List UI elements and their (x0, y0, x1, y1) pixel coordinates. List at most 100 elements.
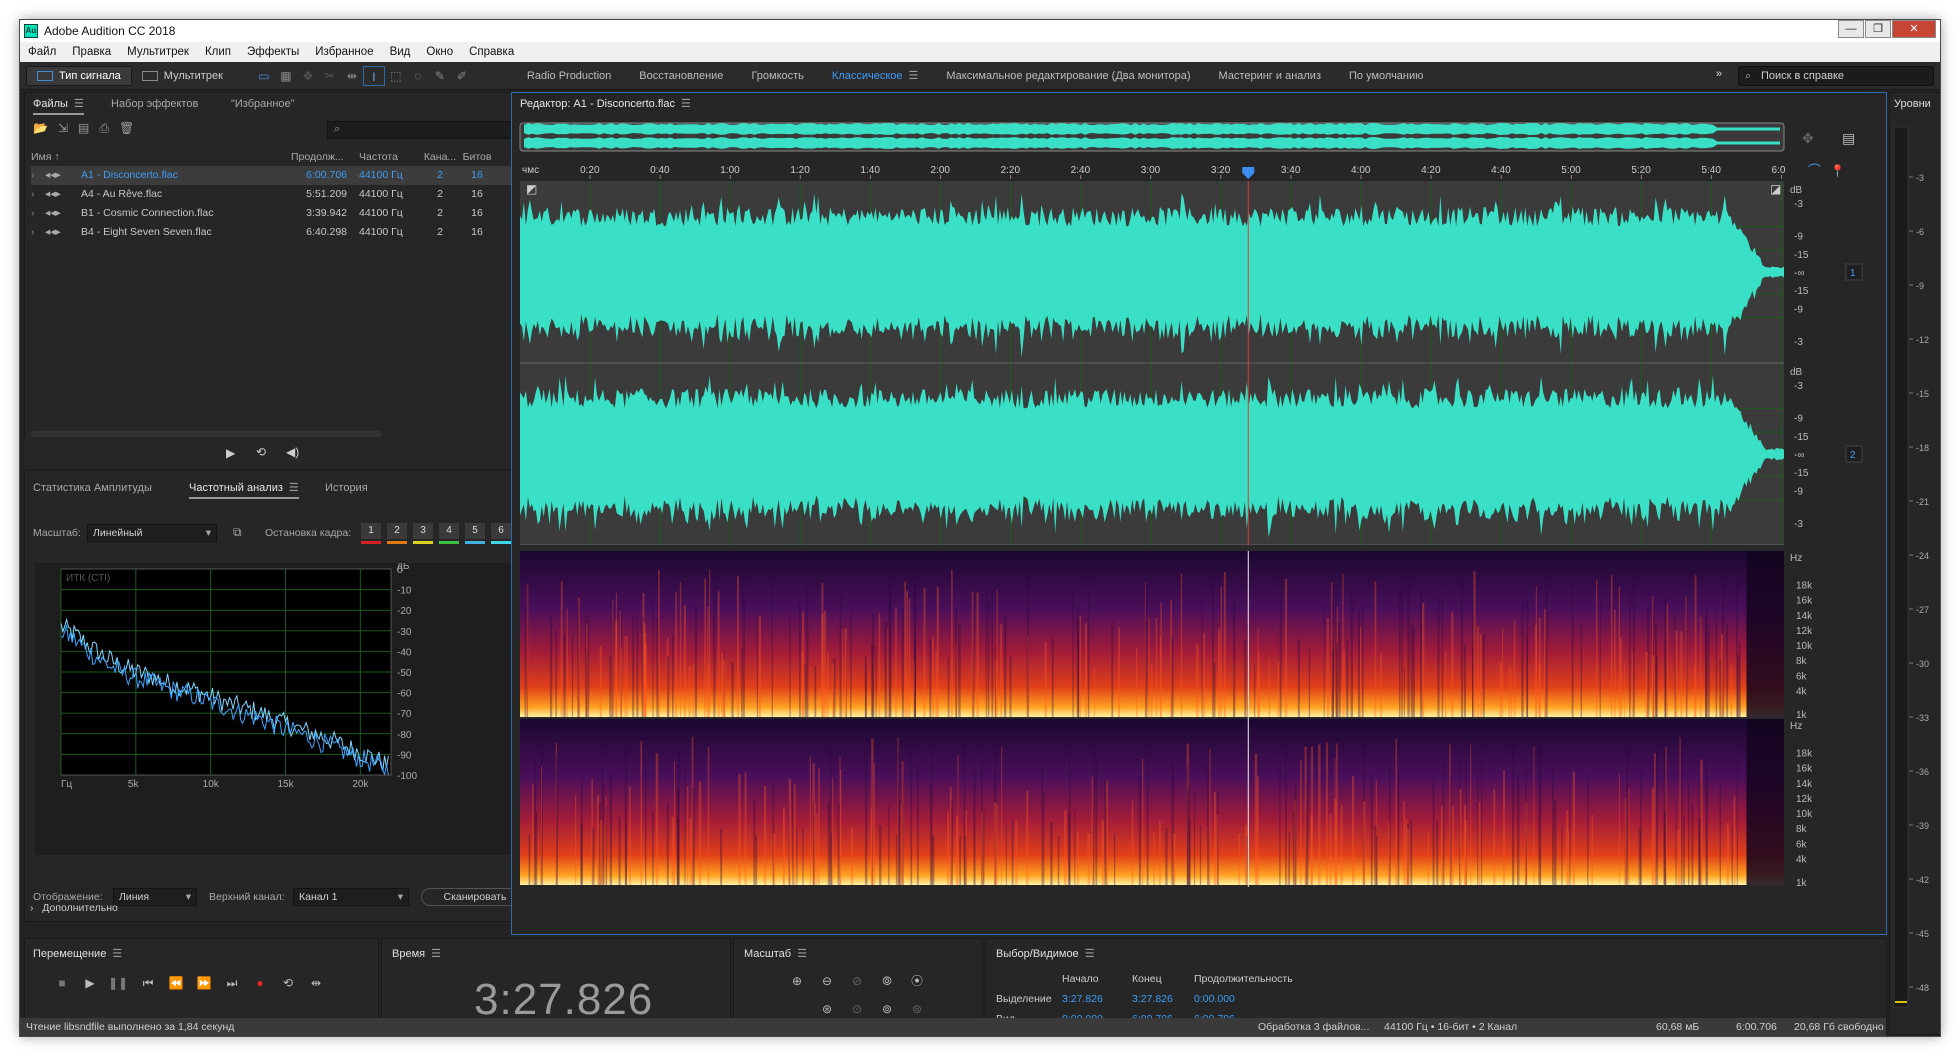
editor-menu-icon[interactable]: ☰ (681, 98, 691, 110)
workspace-max-editing[interactable]: Максимальное редактирование (Два монитор… (932, 70, 1204, 82)
snapshot-icon[interactable]: ⧉ (233, 525, 242, 540)
slip-tool-icon[interactable]: ⇹ (341, 66, 363, 86)
freeze-button-3[interactable]: 3 (413, 523, 433, 539)
rewind-icon[interactable]: ⏪ (165, 973, 187, 993)
menu-multitrack[interactable]: Мультитрек (119, 46, 197, 58)
zoom-out-full-icon[interactable]: ⊘ (846, 971, 868, 991)
selection-duration-value[interactable]: 0:00.000 (1194, 993, 1235, 1005)
zoom-out-time-icon[interactable]: ⦿ (906, 971, 928, 991)
analysis-menu-icon[interactable]: ☰ (289, 482, 299, 494)
pause-icon[interactable]: ❚❚ (107, 973, 129, 993)
go-to-end-icon[interactable]: ⏭ (221, 973, 243, 993)
menu-help[interactable]: Справка (461, 46, 522, 58)
loop-playback-icon[interactable]: ⟲ (277, 973, 299, 993)
col-rate[interactable]: Частота (353, 148, 423, 166)
workspace-mastering[interactable]: Мастеринг и анализ (1205, 70, 1335, 82)
help-search-input[interactable]: ⌕ Поиск в справке (1738, 66, 1934, 86)
import-file-icon[interactable]: ⇲ (58, 121, 68, 136)
file-row[interactable]: › ◂◂▸ A4 - Au Rêve.flac 5:51.209 44100 Гц… (31, 185, 525, 204)
expand-chevron-icon[interactable]: › (31, 204, 45, 223)
marquee-tool-icon[interactable]: ⬚ (385, 66, 407, 86)
workspace-loudness[interactable]: Громкость (737, 70, 817, 82)
freeze-button-4[interactable]: 4 (439, 523, 459, 539)
workspace-radio-production[interactable]: Radio Production (513, 70, 625, 82)
play-icon[interactable]: ▶ (79, 973, 101, 993)
preview-play-icon[interactable]: ▶ (226, 446, 235, 460)
tab-effects-rack[interactable]: Набор эффектов (111, 93, 198, 115)
go-to-start-icon[interactable]: ⏮ (137, 973, 159, 993)
col-duration[interactable]: Продолж... (291, 148, 353, 166)
fast-forward-icon[interactable]: ⏩ (193, 973, 215, 993)
col-channels[interactable]: Кана... (423, 148, 457, 166)
spectral-view-icon[interactable]: ▦ (275, 66, 297, 86)
multitrack-mode-button[interactable]: Мультитрек (132, 66, 233, 86)
menu-clip[interactable]: Клип (197, 46, 239, 58)
file-row[interactable]: › ◂◂▸ B1 - Cosmic Connection.flac 3:39.94… (31, 204, 525, 223)
selection-end-value[interactable]: 3:27.826 (1132, 993, 1173, 1005)
selection-start-value[interactable]: 3:27.826 (1062, 993, 1103, 1005)
time-selection-tool-icon[interactable]: I (362, 65, 385, 86)
display-select[interactable]: Линия (113, 888, 197, 906)
record-icon[interactable]: ● (249, 973, 271, 993)
files-search-input[interactable]: ⌕ (327, 121, 517, 139)
transport-menu-icon[interactable]: ☰ (112, 948, 122, 960)
expand-chevron-icon[interactable]: › (31, 166, 45, 185)
zoom-reset-icon[interactable]: ⊜ (906, 999, 928, 1019)
preview-autoplay-icon[interactable]: ◀) (286, 445, 299, 459)
close-button[interactable]: ✕ (1892, 20, 1936, 38)
spot-healing-icon[interactable]: ✐ (451, 66, 473, 86)
menu-edit[interactable]: Правка (64, 46, 119, 58)
delete-file-icon[interactable]: 🗑 (119, 121, 134, 136)
menu-window[interactable]: Окно (418, 46, 461, 58)
files-menu-icon[interactable]: ☰ (74, 98, 84, 110)
skip-selection-icon[interactable]: ⇹ (305, 973, 327, 993)
lasso-tool-icon[interactable]: ◌ (407, 66, 429, 86)
zoom-in-time-icon[interactable]: ⦾ (876, 971, 898, 991)
razor-tool-icon[interactable]: ✂ (319, 66, 341, 86)
menu-view[interactable]: Вид (382, 46, 419, 58)
advanced-toggle[interactable]: › Дополнительно (30, 902, 118, 914)
workspace-restoration[interactable]: Восстановление (625, 70, 737, 82)
maximize-button[interactable]: ❐ (1865, 20, 1891, 38)
scale-select[interactable]: Линейный (87, 524, 217, 542)
insert-multitrack-icon[interactable]: ⎙ (99, 121, 109, 136)
tab-favorites[interactable]: "Избранное" (231, 93, 295, 115)
col-bits[interactable]: Битов (457, 148, 497, 166)
menu-effects[interactable]: Эффекты (239, 46, 307, 58)
open-file-icon[interactable]: 📂 (33, 121, 48, 136)
new-file-icon[interactable]: ▤ (78, 121, 89, 136)
menu-favorites[interactable]: Избранное (307, 46, 381, 58)
file-row[interactable]: › ◂◂▸ B4 - Eight Seven Seven.flac 6:40.29… (31, 223, 525, 242)
zoom-out-amplitude-icon[interactable]: ⊖ (816, 971, 838, 991)
preview-loop-icon[interactable]: ⟲ (256, 445, 266, 459)
tab-history[interactable]: История (325, 477, 368, 499)
brush-tool-icon[interactable]: ✎ (429, 66, 451, 86)
col-name[interactable]: Имя ↑ (31, 148, 81, 166)
zoom-out-point-icon[interactable]: ⊚ (876, 999, 898, 1019)
minimize-button[interactable]: — (1838, 20, 1864, 38)
editor-canvas[interactable]: ✥ ▤ чмс 0:20 0:40 1:00 1:20 1:40 2:00 2:20 2:40 3:0… (512, 117, 1886, 933)
freeze-button-2[interactable]: 2 (387, 523, 407, 539)
expand-chevron-icon[interactable]: › (31, 185, 45, 204)
editor-tab[interactable]: Редактор: A1 - Disconcerto.flac ☰ (520, 93, 691, 115)
selection-menu-icon[interactable]: ☰ (1085, 948, 1095, 960)
freeze-button-1[interactable]: 1 (361, 523, 381, 539)
time-menu-icon[interactable]: ☰ (431, 948, 441, 960)
tab-amplitude-stats[interactable]: Статистика Амплитуды (33, 477, 152, 499)
top-channel-select[interactable]: Канал 1 (293, 888, 409, 906)
workspace-overflow-icon[interactable]: » (1716, 68, 1722, 80)
tab-frequency-analysis[interactable]: Частотный анализ ☰ (189, 477, 299, 499)
workspace-default[interactable]: По умолчанию (1335, 70, 1437, 82)
tab-files[interactable]: Файлы ☰ (33, 93, 84, 115)
zoom-to-selection-icon[interactable]: ⊛ (816, 999, 838, 1019)
stop-icon[interactable]: ■ (51, 973, 73, 993)
freeze-button-6[interactable]: 6 (491, 523, 511, 539)
files-scrollbar[interactable] (31, 431, 381, 437)
file-row[interactable]: › ◂◂▸ A1 - Disconcerto.flac 6:00.706 4410… (31, 166, 525, 185)
menu-file[interactable]: Файл (20, 46, 64, 58)
zoom-menu-icon[interactable]: ☰ (797, 948, 807, 960)
expand-chevron-icon[interactable]: › (31, 223, 45, 242)
workspace-menu-icon[interactable]: ☰ (909, 70, 919, 82)
workspace-classic[interactable]: Классическое ☰ (818, 69, 932, 82)
waveform-mode-button[interactable]: Тип сигнала (26, 65, 132, 86)
